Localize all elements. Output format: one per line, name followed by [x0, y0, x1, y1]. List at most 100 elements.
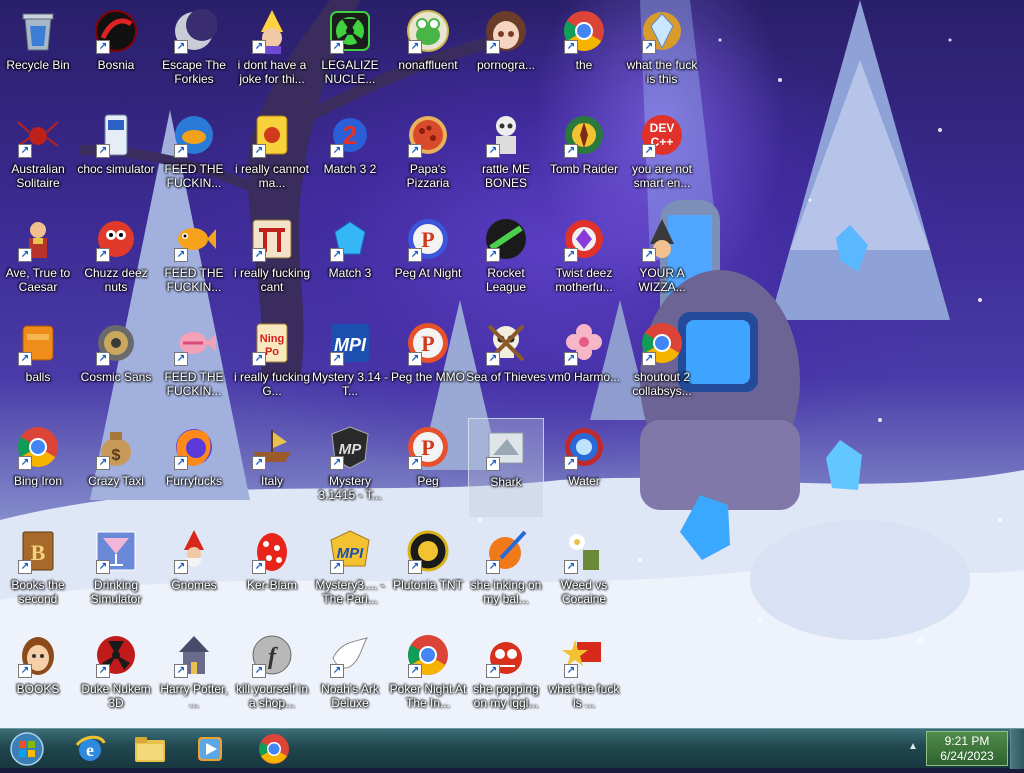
system-clock[interactable]: 9:21 PM 6/24/2023	[926, 731, 1008, 766]
desktop-icon[interactable]: $ ↗ Crazy Taxi	[78, 418, 154, 518]
desktop-icon-label: nonaffluent	[398, 58, 458, 72]
desktop-icon[interactable]: ↗ the	[546, 2, 622, 102]
desktop-icon-label: rattle ME BONES	[481, 162, 530, 190]
desktop-icon[interactable]: ↗ Ave, True to Caesar	[0, 210, 76, 310]
desktop-icon[interactable]: ↗ Italy	[234, 418, 310, 518]
desktop-icon-label: the	[575, 58, 593, 72]
book-icon: B ↗	[15, 528, 61, 574]
desktop-icon[interactable]: P ↗ Peg	[390, 418, 466, 518]
desktop-icon[interactable]: ↗ rattle ME BONES	[468, 106, 544, 206]
gnome-icon: ↗	[171, 528, 217, 574]
girl-face-icon: ↗	[15, 632, 61, 678]
desktop-icon[interactable]: ↗ what the fuck is ...	[546, 626, 622, 726]
show-desktop-button[interactable]	[1010, 729, 1024, 769]
desktop-icon[interactable]: ↗ FEED THE FUCKIN...	[156, 106, 232, 206]
desktop-icon[interactable]: ↗ Duke Nukem 3D	[78, 626, 154, 726]
desktop-icon[interactable]: ↗ i really fucking cant	[234, 210, 310, 310]
shortcut-arrow-icon: ↗	[174, 352, 188, 366]
desktop-icon-label: FEED THE FUCKIN...	[164, 162, 224, 190]
desktop-icon[interactable]: ↗ Ker-Blam	[234, 522, 310, 622]
desktop-icon[interactable]: ↗ Sea of Thieves	[466, 314, 546, 414]
shortcut-arrow-icon: ↗	[486, 457, 500, 471]
desktop-icon[interactable]: Ning Po ↗ i really fucking G...	[234, 314, 310, 414]
chrome-icon: ↗	[15, 424, 61, 470]
desktop-icon[interactable]: 2 ↗ Match 3 2	[312, 106, 388, 206]
dove-icon: ↗	[327, 632, 373, 678]
desktop-icon[interactable]: ↗ Papa's Pizzaria	[390, 106, 466, 206]
desktop-icon[interactable]: ↗ Noah's Ark Deluxe	[312, 626, 388, 726]
svg-text:P: P	[421, 331, 434, 356]
desktop-icon[interactable]: B ↗ Books the second	[0, 522, 76, 622]
phone-icon: ↗	[93, 112, 139, 158]
desktop-icon[interactable]: ↗ pornogra...	[468, 2, 544, 102]
desktop-icon[interactable]: ↗ Cosmic Sans	[78, 314, 154, 414]
desktop-icon[interactable]: ↗ shoutout 2 collabsys...	[624, 314, 700, 414]
desktop-icon[interactable]: ↗ Match 3	[312, 210, 388, 310]
desktop-icon[interactable]: MPI ↗ Mystery3.... - The Pari...	[312, 522, 388, 622]
shortcut-arrow-icon: ↗	[564, 248, 578, 262]
svg-text:P: P	[421, 227, 434, 252]
mp-badge-icon: MP ↗	[327, 424, 373, 470]
desktop-icon[interactable]: ↗ FEED THE FUCKIN...	[156, 314, 232, 414]
desktop-icon[interactable]: ↗ Rocket League	[468, 210, 544, 310]
start-button[interactable]	[4, 730, 50, 768]
desktop-icon[interactable]: ↗ Gnomes	[156, 522, 232, 622]
media-player-taskbar-button[interactable]	[182, 730, 238, 768]
desktop-icon[interactable]: ↗ what the fuck is this	[624, 2, 700, 102]
file-explorer-taskbar-button[interactable]	[122, 730, 178, 768]
desktop-icon[interactable]: ↗ YOUR A WIZZA...	[624, 210, 700, 310]
shortcut-arrow-icon: ↗	[408, 144, 422, 158]
desktop-icon[interactable]: ↗ choc simulator	[77, 106, 155, 206]
desktop-icon-label: balls	[25, 370, 51, 384]
desktop-icon-label: Ker-Blam	[246, 578, 297, 592]
desktop-icon[interactable]: ↗ LEGALIZE NUCLE...	[312, 2, 388, 102]
desktop-icon[interactable]: ↗ i really cannot ma...	[234, 106, 310, 206]
desktop-icon-label: Weed vs Cocaine	[560, 578, 608, 606]
desktop-icon[interactable]: ↗ Harry Potter, ...	[156, 626, 232, 726]
desktop-icon[interactable]: ↗ FEED THE FUCKIN...	[156, 210, 232, 310]
desktop-icon[interactable]: ↗ Australian Solitaire	[0, 106, 76, 206]
desktop-icon[interactable]: ↗ Tomb Raider	[546, 106, 622, 206]
desktop-icon[interactable]: ↗ Plutonia TNT	[390, 522, 466, 622]
star-box-icon: ↗	[561, 632, 607, 678]
desktop-icon[interactable]: ↗ Bosnia	[78, 2, 154, 102]
shortcut-arrow-icon: ↗	[564, 456, 578, 470]
dev-cpp-icon: DEV C++ ↗	[639, 112, 685, 158]
chrome-taskbar-button[interactable]	[246, 730, 302, 768]
desktop-icon[interactable]: P ↗ Peg the MMO	[390, 314, 466, 414]
desktop-icon[interactable]: ↗ she inking on my bal...	[468, 522, 544, 622]
desktop-icon[interactable]: ↗ Water	[546, 418, 622, 518]
desktop-icon[interactable]: ↗ vm0 Harmo...	[546, 314, 622, 414]
desktop-icon[interactable]: ↗ Twist deez motherfu...	[546, 210, 622, 310]
desktop-icon[interactable]: MP ↗ Mystery 3.1415 - T...	[312, 418, 388, 518]
desktop-icon[interactable]: ↗ Chuzz deez nuts	[78, 210, 154, 310]
desktop-icon[interactable]: f ↗ kill yourself in a shop...	[234, 626, 310, 726]
desktop-icon[interactable]: ↗ balls	[0, 314, 76, 414]
desktop-icon-label: vm0 Harmo...	[547, 370, 620, 384]
desktop-icon[interactable]: Recycle Bin	[0, 2, 76, 102]
gem-ring-icon: ↗	[561, 216, 607, 262]
desktop-icon[interactable]: ↗ nonaffluent	[390, 2, 466, 102]
desktop-icon[interactable]: ↗ i dont have a joke for thi...	[234, 2, 310, 102]
desktop-icon[interactable]: ↗ Poker Night At The In...	[390, 626, 466, 726]
desktop-icon[interactable]: DEV C++ ↗ you are not smart en...	[624, 106, 700, 206]
clock-date: 6/24/2023	[940, 749, 994, 763]
desktop-icon[interactable]: ↗ Furryfucks	[156, 418, 232, 518]
internet-explorer-taskbar-button[interactable]: e	[62, 730, 118, 768]
desktop-icon[interactable]: ↗ Weed vs Cocaine	[546, 522, 622, 622]
desktop-icon[interactable]: ↗ Shark	[468, 418, 544, 518]
desktop-icon[interactable]: ↗ BOOKS	[0, 626, 76, 726]
shortcut-arrow-icon: ↗	[408, 248, 422, 262]
desktop-icon[interactable]: ↗ Bing Iron	[0, 418, 76, 518]
desktop-icon[interactable]: ↗ Escape The Forkies	[156, 2, 232, 102]
desktop-icon-label: Noah's Ark Deluxe	[321, 682, 379, 710]
tray-overflow-chevron-up-icon[interactable]: ▲	[904, 741, 922, 757]
desktop-icon[interactable]: ↗ Drinking Simulator	[78, 522, 154, 622]
plutonia-icon: ↗	[405, 528, 451, 574]
skeleton-icon: ↗	[483, 112, 529, 158]
desktop-icon[interactable]: MPI ↗ Mystery 3.14 - T...	[312, 314, 388, 414]
desktop-icon[interactable]: ↗ she popping on my iggl...	[468, 626, 544, 726]
desktop-icon[interactable]: P ↗ Peg At Night	[390, 210, 466, 310]
torii-icon: ↗	[249, 216, 295, 262]
shortcut-arrow-icon: ↗	[174, 144, 188, 158]
